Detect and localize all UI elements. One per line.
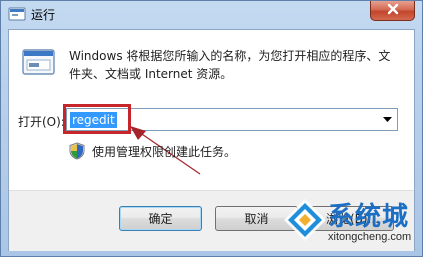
window-title: 运行 bbox=[31, 8, 56, 22]
dialog-description: Windows 将根据您所输入的名称，为您打开相应的程序、文件夹、文档或 Int… bbox=[69, 49, 391, 81]
close-icon bbox=[386, 3, 400, 18]
title-bar[interactable]: 运行 bbox=[1, 1, 423, 29]
watermark-url: xitongcheng.com bbox=[328, 231, 412, 243]
close-button[interactable] bbox=[370, 1, 415, 21]
run-app-icon bbox=[8, 6, 26, 22]
admin-rights-note: 使用管理权限创建此任务。 bbox=[92, 145, 237, 159]
watermark-brand: 系统城 bbox=[328, 202, 410, 232]
chevron-down-icon[interactable] bbox=[380, 112, 395, 127]
watermark-logo-icon bbox=[282, 197, 328, 243]
admin-shield-icon bbox=[69, 142, 85, 160]
site-watermark: 系统城 xitongcheng.com bbox=[276, 191, 423, 253]
open-label: 打开(O): bbox=[18, 115, 65, 129]
ok-button[interactable]: 确定 bbox=[119, 206, 202, 231]
run-dialog-window: 运行 Windows 将根据您所输入的名称，为您打开相应的程序、文件夹、文档或 … bbox=[0, 0, 423, 257]
run-program-icon bbox=[22, 47, 56, 77]
highlight-annotation-box bbox=[63, 104, 131, 134]
